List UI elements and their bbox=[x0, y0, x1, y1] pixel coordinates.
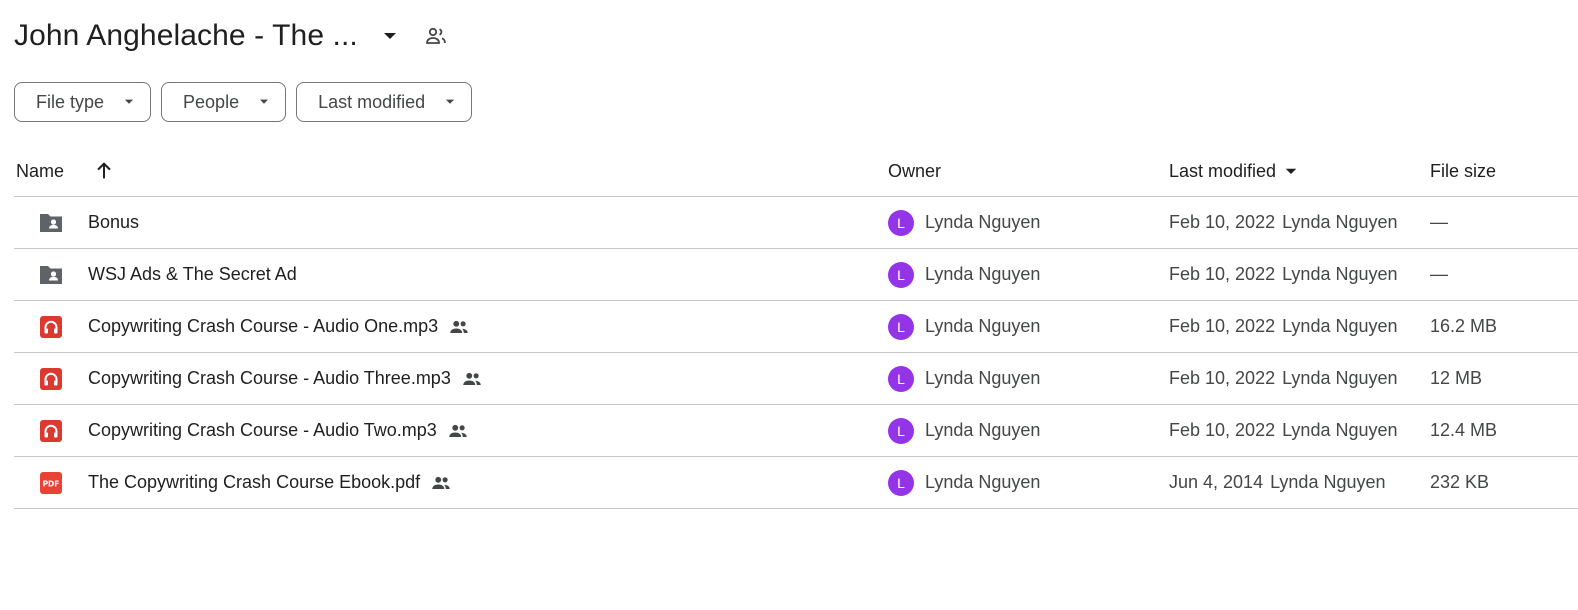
chip-label: People bbox=[183, 91, 240, 112]
file-size: — bbox=[1430, 264, 1448, 284]
audio-file-icon bbox=[38, 405, 64, 456]
modified-date: Feb 10, 2022 bbox=[1169, 368, 1276, 388]
owner-avatar: L bbox=[888, 469, 914, 496]
modified-date: Feb 10, 2022 bbox=[1169, 264, 1276, 284]
arrow-drop-down-icon bbox=[1282, 162, 1300, 180]
filter-bar: File type People Last modified bbox=[14, 82, 473, 122]
modified-date: Feb 10, 2022 bbox=[1169, 316, 1276, 336]
arrow-drop-down-icon bbox=[257, 95, 271, 109]
owner-avatar: L bbox=[888, 417, 914, 444]
audio-file-icon bbox=[38, 353, 64, 404]
modified-by: Lynda Nguyen bbox=[1270, 472, 1386, 492]
modified-by: Lynda Nguyen bbox=[1282, 264, 1398, 284]
file-name: Copywriting Crash Course - Audio Three.m… bbox=[88, 368, 451, 388]
shared-people-icon bbox=[461, 368, 483, 390]
chip-label: File type bbox=[36, 91, 105, 112]
owner-name: Lynda Nguyen bbox=[925, 212, 1041, 232]
shared-folder-icon bbox=[38, 249, 64, 300]
file-name-cell: Copywriting Crash Course - Audio One.mp3 bbox=[88, 301, 470, 352]
last-modified-cell: Feb 10, 2022 Lynda Nguyen bbox=[1169, 249, 1398, 300]
shared-with-people-icon bbox=[425, 27, 446, 44]
people-filter[interactable]: People bbox=[161, 82, 287, 122]
folder-title-bar: John Anghelache - The ... bbox=[14, 14, 448, 58]
last-modified-header-label: Last modified bbox=[1169, 160, 1277, 181]
sort-direction-button[interactable] bbox=[92, 150, 116, 192]
last-modified-cell: Feb 10, 2022 Lynda Nguyen bbox=[1169, 197, 1398, 248]
pdf-file-icon: PDF bbox=[38, 457, 64, 508]
arrow-drop-down-icon bbox=[122, 95, 136, 109]
modified-date: Feb 10, 2022 bbox=[1169, 212, 1276, 232]
last-modified-cell: Feb 10, 2022 Lynda Nguyen bbox=[1169, 405, 1398, 456]
audio-file-icon bbox=[38, 301, 64, 352]
last-modified-cell: Feb 10, 2022 Lynda Nguyen bbox=[1169, 353, 1398, 404]
file-size: 16.2 MB bbox=[1430, 316, 1498, 336]
last-modified-filter[interactable]: Last modified bbox=[296, 82, 473, 122]
owner-column-header: Owner bbox=[888, 160, 942, 181]
file-size: 12.4 MB bbox=[1430, 420, 1498, 440]
file-name: Bonus bbox=[88, 212, 140, 232]
owner-avatar: L bbox=[888, 365, 914, 392]
shared-people-icon bbox=[447, 420, 469, 442]
chip-label: Last modified bbox=[318, 91, 426, 112]
file-list-header: Name Owner Last modified File size bbox=[14, 150, 1578, 197]
shared-people-icon bbox=[430, 472, 452, 494]
file-size: 232 KB bbox=[1430, 472, 1490, 492]
file-row[interactable]: PDF The Copywriting Crash Course Ebook.pd… bbox=[14, 457, 1578, 509]
owner-cell: L Lynda Nguyen bbox=[888, 197, 1040, 248]
file-name: Copywriting Crash Course - Audio One.mp3 bbox=[88, 316, 439, 336]
owner-name: Lynda Nguyen bbox=[925, 264, 1041, 284]
file-name-cell: WSJ Ads & The Secret Ad bbox=[88, 249, 297, 300]
name-column-header[interactable]: Name bbox=[16, 150, 64, 192]
owner-name: Lynda Nguyen bbox=[925, 316, 1041, 336]
modified-by: Lynda Nguyen bbox=[1282, 420, 1398, 440]
modified-date: Feb 10, 2022 bbox=[1169, 420, 1276, 440]
shared-folder-icon bbox=[38, 197, 64, 248]
arrow-drop-down-icon bbox=[443, 95, 457, 109]
modified-date: Jun 4, 2014 bbox=[1169, 472, 1264, 492]
file-type-filter[interactable]: File type bbox=[14, 82, 152, 122]
owner-name: Lynda Nguyen bbox=[925, 472, 1041, 492]
owner-name: Lynda Nguyen bbox=[925, 420, 1041, 440]
arrow-drop-down-icon bbox=[383, 33, 396, 39]
file-row[interactable]: WSJ Ads & The Secret Ad L Lynda Nguyen Feb … bbox=[14, 249, 1578, 301]
file-size: — bbox=[1430, 212, 1448, 232]
shared-people-icon bbox=[448, 316, 470, 338]
svg-text:PDF: PDF bbox=[43, 479, 60, 488]
owner-cell: L Lynda Nguyen bbox=[888, 405, 1040, 456]
file-name: The Copywriting Crash Course Ebook.pdf bbox=[88, 472, 421, 492]
file-list: Bonus L Lynda Nguyen Feb 10, 2022 Lynda Nguy… bbox=[14, 197, 1578, 509]
last-modified-column-header[interactable]: Last modified bbox=[1169, 150, 1300, 192]
file-name-cell: Copywriting Crash Course - Audio Two.mp3 bbox=[88, 405, 469, 456]
last-modified-cell: Feb 10, 2022 Lynda Nguyen bbox=[1169, 301, 1398, 352]
file-name-cell: Bonus bbox=[88, 197, 139, 248]
modified-by: Lynda Nguyen bbox=[1282, 212, 1398, 232]
file-name-cell: Copywriting Crash Course - Audio Three.m… bbox=[88, 353, 483, 404]
file-row[interactable]: Copywriting Crash Course - Audio One.mp3… bbox=[14, 301, 1578, 353]
modified-by: Lynda Nguyen bbox=[1282, 316, 1398, 336]
owner-avatar: L bbox=[888, 209, 914, 236]
folder-menu-button[interactable] bbox=[378, 24, 402, 48]
file-size-column-header: File size bbox=[1430, 160, 1497, 181]
file-name-cell: The Copywriting Crash Course Ebook.pdf bbox=[88, 457, 452, 508]
owner-cell: L Lynda Nguyen bbox=[888, 249, 1040, 300]
share-button[interactable] bbox=[424, 24, 448, 48]
folder-title: John Anghelache - The ... bbox=[14, 19, 358, 52]
owner-avatar: L bbox=[888, 261, 914, 288]
file-size: 12 MB bbox=[1430, 368, 1483, 388]
file-name: WSJ Ads & The Secret Ad bbox=[88, 264, 297, 284]
owner-cell: L Lynda Nguyen bbox=[888, 353, 1040, 404]
file-row[interactable]: Copywriting Crash Course - Audio Three.m… bbox=[14, 353, 1578, 405]
owner-avatar: L bbox=[888, 313, 914, 340]
file-name: Copywriting Crash Course - Audio Two.mp3 bbox=[88, 420, 437, 440]
last-modified-cell: Jun 4, 2014 Lynda Nguyen bbox=[1169, 457, 1386, 508]
owner-name: Lynda Nguyen bbox=[925, 368, 1041, 388]
owner-cell: L Lynda Nguyen bbox=[888, 457, 1040, 508]
file-row[interactable]: Copywriting Crash Course - Audio Two.mp3… bbox=[14, 405, 1578, 457]
file-row[interactable]: Bonus L Lynda Nguyen Feb 10, 2022 Lynda Nguy… bbox=[14, 197, 1578, 249]
owner-cell: L Lynda Nguyen bbox=[888, 301, 1040, 352]
arrow-up-icon bbox=[97, 162, 111, 179]
modified-by: Lynda Nguyen bbox=[1282, 368, 1398, 388]
